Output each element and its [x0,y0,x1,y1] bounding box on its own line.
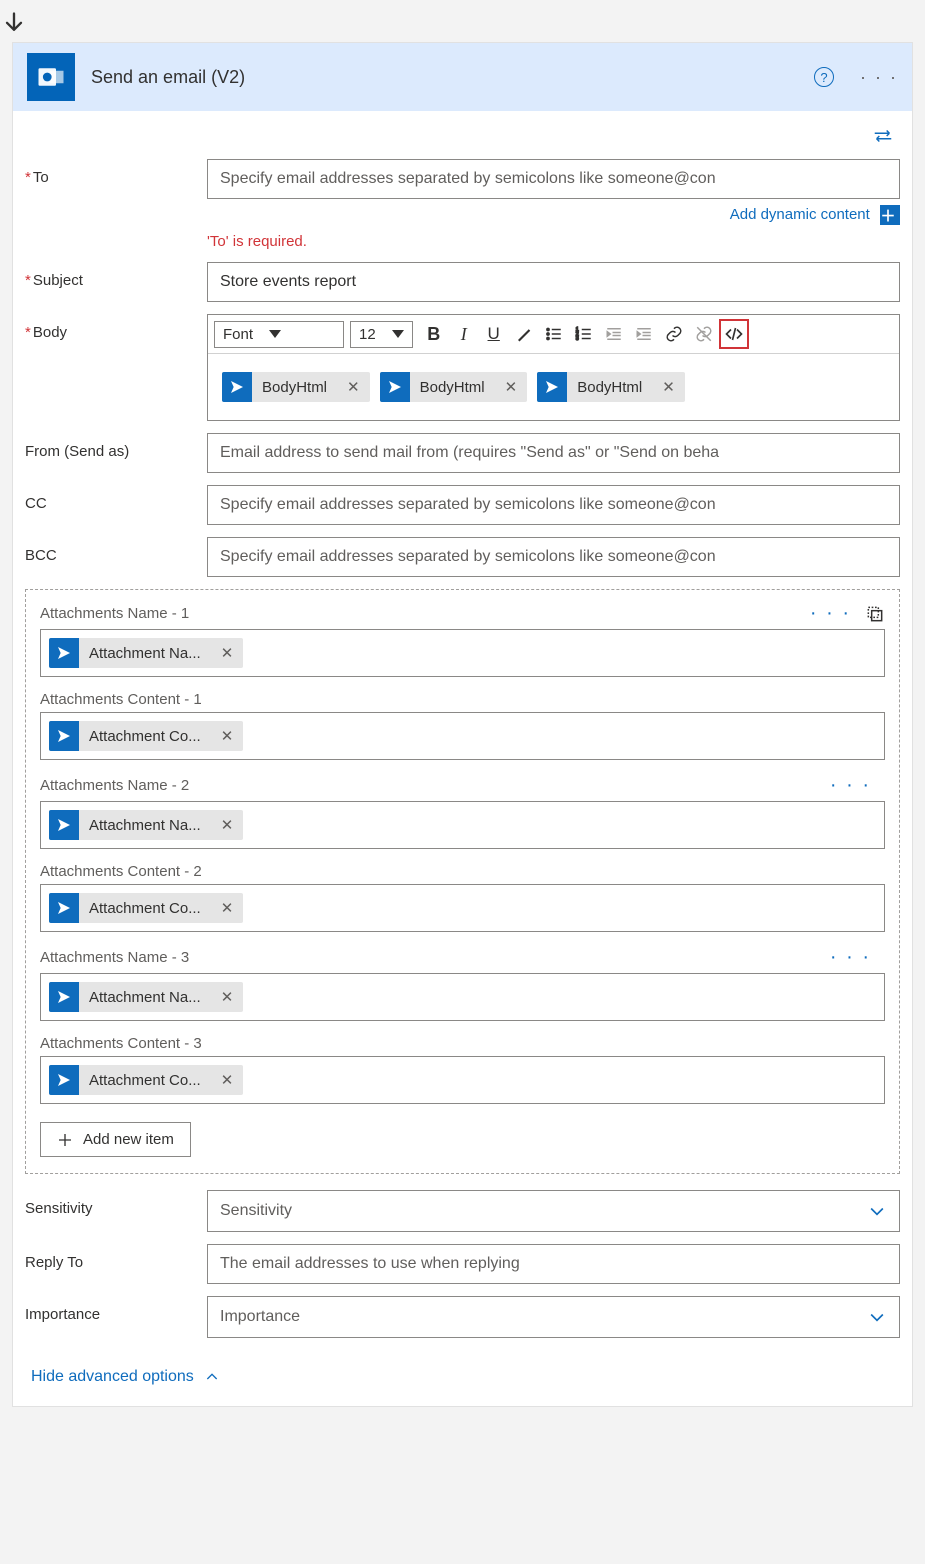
card-body: *To Add dynamic content ＋ 'To' is requir… [13,111,912,1406]
attachment-content-label: Attachments Content - 3 [40,1035,885,1052]
copy-icon[interactable] [865,604,885,624]
token-icon [49,721,79,751]
rte-toolbar: Font 12 B I U 123 [208,315,899,354]
to-label: *To [25,159,207,186]
plus-icon [57,1132,73,1148]
cc-input[interactable] [207,485,900,525]
indent-button[interactable] [629,319,659,349]
outlook-icon [27,53,75,101]
token-icon [49,893,79,923]
attachment-token[interactable]: Attachment Na... ✕ [49,638,243,668]
subject-label: *Subject [25,262,207,289]
attachment-item-menu[interactable]: · · · [830,774,871,797]
token-icon [222,372,252,402]
bcc-input[interactable] [207,537,900,577]
hide-advanced-options[interactable]: Hide advanced options [25,1368,220,1386]
attachment-content-field[interactable]: Attachment Co... ✕ [40,884,885,932]
caret-down-icon [269,330,281,338]
chevron-down-icon [867,1201,887,1221]
attachment-token[interactable]: Attachment Co... ✕ [49,893,243,923]
caret-down-icon [392,330,404,338]
svg-text:3: 3 [575,336,578,342]
font-color-button[interactable] [509,319,539,349]
attachment-content-label: Attachments Content - 1 [40,691,885,708]
attachment-name-label: Attachments Name - 2 [40,777,830,794]
bold-button[interactable]: B [419,319,449,349]
numbered-list-button[interactable]: 123 [569,319,599,349]
attachment-name-field[interactable]: Attachment Na... ✕ [40,801,885,849]
attachment-name-label: Attachments Name - 1 [40,605,810,622]
add-dynamic-content-link[interactable]: Add dynamic content [730,206,870,223]
help-icon[interactable]: ? [814,67,834,87]
attachment-name-field[interactable]: Attachment Na... ✕ [40,973,885,1021]
token-icon [380,372,410,402]
code-view-button[interactable] [719,319,749,349]
attachment-item-menu[interactable]: · · · [810,602,851,625]
subject-input[interactable] [207,262,900,302]
token-remove[interactable]: ✕ [495,378,528,396]
sensitivity-label: Sensitivity [25,1190,207,1217]
italic-button[interactable]: I [449,319,479,349]
card-menu-button[interactable]: · · · [860,67,898,88]
bullets-button[interactable] [539,319,569,349]
attachment-name-field[interactable]: Attachment Na... ✕ [40,629,885,677]
token-remove[interactable]: ✕ [211,899,244,917]
attachment-token[interactable]: Attachment Na... ✕ [49,982,243,1012]
replyto-label: Reply To [25,1244,207,1271]
rte-body[interactable]: BodyHtml ✕ BodyHtml ✕ BodyHtml ✕ [208,354,899,420]
add-dynamic-plus-icon[interactable]: ＋ [880,205,900,225]
body-token[interactable]: BodyHtml ✕ [222,372,370,402]
token-remove[interactable]: ✕ [211,1071,244,1089]
add-new-item-button[interactable]: Add new item [40,1122,191,1157]
token-icon [537,372,567,402]
replyto-input[interactable] [207,1244,900,1284]
token-icon [49,810,79,840]
body-token[interactable]: BodyHtml ✕ [537,372,685,402]
cc-label: CC [25,485,207,512]
sensitivity-select[interactable]: Sensitivity [207,1190,900,1232]
card-header[interactable]: Send an email (V2) ? · · · [13,43,912,111]
unlink-button[interactable] [689,319,719,349]
token-icon [49,1065,79,1095]
rte-container: Font 12 B I U 123 [207,314,900,421]
underline-button[interactable]: U [479,319,509,349]
token-remove[interactable]: ✕ [211,988,244,1006]
attachment-token[interactable]: Attachment Co... ✕ [49,1065,243,1095]
attachment-content-field[interactable]: Attachment Co... ✕ [40,712,885,760]
attachment-item-menu[interactable]: · · · [830,946,871,969]
token-remove[interactable]: ✕ [211,644,244,662]
outdent-button[interactable] [599,319,629,349]
token-remove[interactable]: ✕ [652,378,685,396]
attachment-content-field[interactable]: Attachment Co... ✕ [40,1056,885,1104]
attachment-content-label: Attachments Content - 2 [40,863,885,880]
token-icon [49,982,79,1012]
attachment-name-label: Attachments Name - 3 [40,949,830,966]
swap-arrows-icon[interactable] [25,125,900,159]
token-remove[interactable]: ✕ [211,816,244,834]
from-input[interactable] [207,433,900,473]
link-button[interactable] [659,319,689,349]
bcc-label: BCC [25,537,207,564]
to-error: 'To' is required. [207,233,900,250]
attachment-token[interactable]: Attachment Co... ✕ [49,721,243,751]
token-remove[interactable]: ✕ [337,378,370,396]
attachments-block: Attachments Name - 1 · · · Attachment Na… [25,589,900,1174]
body-label: *Body [25,314,207,341]
font-select[interactable]: Font [214,321,344,348]
font-size-select[interactable]: 12 [350,321,413,348]
chevron-down-icon [867,1307,887,1327]
action-card: Send an email (V2) ? · · · *To Add dynam… [12,42,913,1407]
flow-arrow-down [0,10,925,38]
importance-label: Importance [25,1296,207,1323]
card-title: Send an email (V2) [91,67,798,88]
chevron-up-icon [204,1369,220,1385]
from-label: From (Send as) [25,433,207,460]
to-input[interactable] [207,159,900,199]
attachment-token[interactable]: Attachment Na... ✕ [49,810,243,840]
token-remove[interactable]: ✕ [211,727,244,745]
token-icon [49,638,79,668]
body-token[interactable]: BodyHtml ✕ [380,372,528,402]
importance-select[interactable]: Importance [207,1296,900,1338]
